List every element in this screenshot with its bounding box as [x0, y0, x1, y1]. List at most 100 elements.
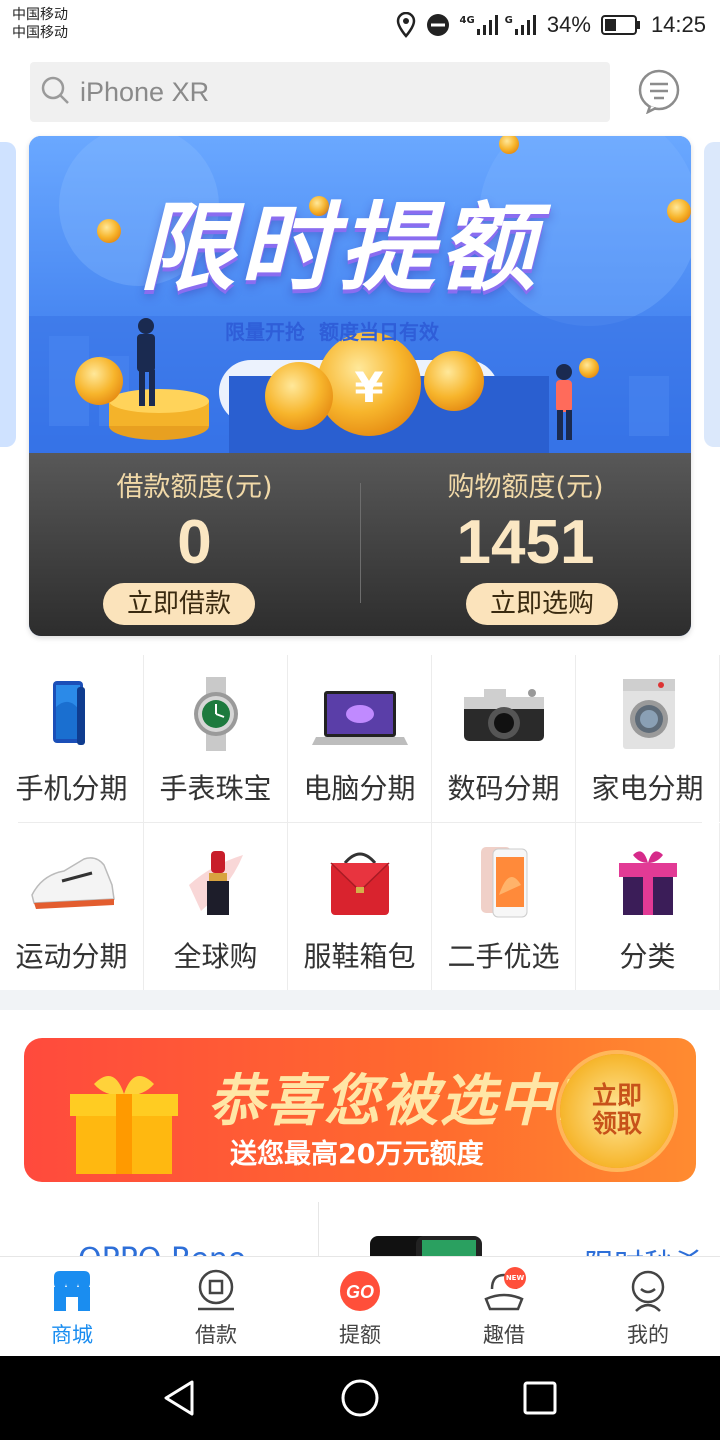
- category-fashion[interactable]: 服鞋箱包: [288, 823, 432, 990]
- tab-profile[interactable]: 我的: [576, 1257, 720, 1357]
- category-digital[interactable]: 数码分期: [432, 655, 576, 822]
- signal-icon: 4G G: [460, 15, 537, 35]
- loan-credit-label: 借款额度(元): [116, 472, 273, 503]
- used-phone-icon: [469, 845, 539, 919]
- flash-sale-title[interactable]: 限时秒杀: [584, 1240, 704, 1256]
- sneaker-icon: [22, 845, 122, 919]
- watch-icon: [181, 677, 251, 751]
- location-icon: [396, 12, 416, 38]
- category-laptop[interactable]: 电脑分期: [288, 655, 432, 822]
- tab-label: 提额: [339, 1323, 381, 1347]
- shopping-credit: 购物额度(元) 1451 立即选购: [360, 453, 691, 636]
- shopping-credit-value: 1451: [456, 508, 595, 577]
- borrow-now-button[interactable]: 立即借款: [103, 583, 255, 625]
- banner-image: ¥ 限时提额 限量开抢 额度当日有效: [29, 136, 691, 456]
- section-gap: [0, 990, 720, 1010]
- carrier-name-1: 中国移动: [12, 7, 68, 23]
- message-icon: [636, 69, 682, 118]
- tab-raise-limit[interactable]: GO 提额: [288, 1257, 432, 1357]
- category-label: 电脑分期: [303, 772, 416, 805]
- claim-now-label: 立即领取: [591, 1081, 642, 1138]
- laptop-icon: [310, 677, 410, 751]
- carousel-next-slide[interactable]: [704, 142, 720, 447]
- category-label: 家电分期: [591, 772, 704, 805]
- loan-credit-value: 0: [177, 508, 212, 577]
- bottom-tab-bar: 商城 借款 GO 提额 NEW 趣借 我的: [0, 1256, 720, 1356]
- network-type-1: 4G: [459, 15, 475, 26]
- category-label: 服鞋箱包: [303, 940, 416, 973]
- loan-icon: [194, 1269, 238, 1313]
- credit-panel: 借款额度(元) 0 立即借款 购物额度(元) 1451 立即选购: [29, 453, 691, 636]
- home-icon[interactable]: [338, 1376, 382, 1420]
- lipstick-icon: [181, 845, 251, 919]
- category-label: 分类: [619, 940, 676, 973]
- category-second-hand[interactable]: 二手优选: [432, 823, 576, 990]
- search-placeholder: iPhone XR: [80, 76, 210, 107]
- category-watch[interactable]: 手表珠宝: [144, 655, 288, 822]
- product-row-peek: OPPO Reno 限时秒杀: [0, 1198, 720, 1256]
- tab-label: 趣借: [483, 1323, 525, 1347]
- carousel-prev-slide[interactable]: [0, 142, 16, 447]
- carrier-name-2: 中国移动: [12, 25, 68, 41]
- category-label: 运动分期: [15, 940, 128, 973]
- svg-text:GO: GO: [346, 1282, 374, 1302]
- tab-label: 商城: [51, 1323, 93, 1347]
- gift-icon: [64, 1064, 184, 1178]
- category-label: 数码分期: [447, 772, 560, 805]
- gift-box-icon: [613, 845, 683, 919]
- phone-thumbnail-icon: [368, 1234, 484, 1256]
- status-icons: 4G G 34% 14:25: [396, 10, 706, 40]
- banner-tagline-2: 额度当日有效: [319, 320, 439, 344]
- category-all[interactable]: 分类: [576, 823, 720, 990]
- handbag-icon: [325, 845, 395, 919]
- promo-subtitle: 送您最高20万元额度: [230, 1139, 484, 1170]
- credit-banner-card[interactable]: ¥ 限时提额 限量开抢 额度当日有效 借款额度(元) 0 立即借款 购物额度(元…: [29, 136, 691, 636]
- category-label: 全球购: [173, 940, 258, 973]
- back-icon[interactable]: [158, 1376, 202, 1420]
- tab-fun-loan[interactable]: NEW 趣借: [432, 1257, 576, 1357]
- banner-tagline: 限量开抢 额度当日有效: [225, 316, 439, 346]
- do-not-disturb-icon: [426, 13, 450, 37]
- phone-icon: [37, 677, 107, 751]
- promo-title: 恭喜您被选中!: [208, 1069, 584, 1134]
- loan-credit: 借款额度(元) 0 立即借款: [29, 453, 360, 636]
- network-type-2: G: [504, 15, 513, 26]
- promo-banner[interactable]: 恭喜您被选中! 送您最高20万元额度 立即领取: [24, 1038, 696, 1182]
- svg-text:¥: ¥: [354, 363, 383, 412]
- category-global[interactable]: 全球购: [144, 823, 288, 990]
- category-label: 二手优选: [447, 940, 560, 973]
- washing-machine-icon: [613, 677, 683, 751]
- search-icon: [40, 75, 70, 109]
- camera-icon: [454, 677, 554, 751]
- grid-row-divider: [18, 822, 702, 823]
- category-appliance[interactable]: 家电分期: [576, 655, 720, 822]
- app-root: 中国移动 中国移动 4G G 34% 14:25 iPhone XR ¥ 限时提…: [0, 0, 720, 1440]
- category-sports[interactable]: 运动分期: [0, 823, 144, 990]
- new-badge: NEW: [504, 1267, 526, 1289]
- status-bar: 中国移动 中国移动 4G G 34% 14:25: [0, 0, 720, 50]
- recents-icon[interactable]: [518, 1376, 562, 1420]
- message-button[interactable]: [636, 68, 682, 115]
- system-nav-bar: [0, 1356, 720, 1440]
- battery-percent: 34%: [546, 12, 591, 37]
- claim-now-button[interactable]: 立即领取: [560, 1054, 674, 1168]
- banner-tagline-1: 限量开抢: [225, 320, 305, 344]
- banner-title: 限时提额: [139, 192, 539, 304]
- shop-now-button[interactable]: 立即选购: [466, 583, 618, 625]
- shopping-credit-label: 购物额度(元): [447, 472, 604, 503]
- tab-label: 借款: [195, 1323, 237, 1347]
- tab-label: 我的: [627, 1323, 669, 1347]
- clock: 14:25: [650, 12, 706, 37]
- peek-divider: [318, 1202, 319, 1256]
- carrier-info: 中国移动 中国移动: [12, 6, 68, 42]
- product-peek-title[interactable]: OPPO Reno: [78, 1242, 246, 1256]
- category-label: 手表珠宝: [159, 772, 272, 805]
- category-phone[interactable]: 手机分期: [0, 655, 144, 822]
- battery-icon: [600, 14, 641, 36]
- search-input[interactable]: iPhone XR: [30, 62, 610, 122]
- store-icon: [50, 1269, 94, 1313]
- tab-loan[interactable]: 借款: [144, 1257, 288, 1357]
- tab-store[interactable]: 商城: [0, 1257, 144, 1357]
- category-label: 手机分期: [15, 772, 128, 805]
- profile-icon: [626, 1269, 670, 1313]
